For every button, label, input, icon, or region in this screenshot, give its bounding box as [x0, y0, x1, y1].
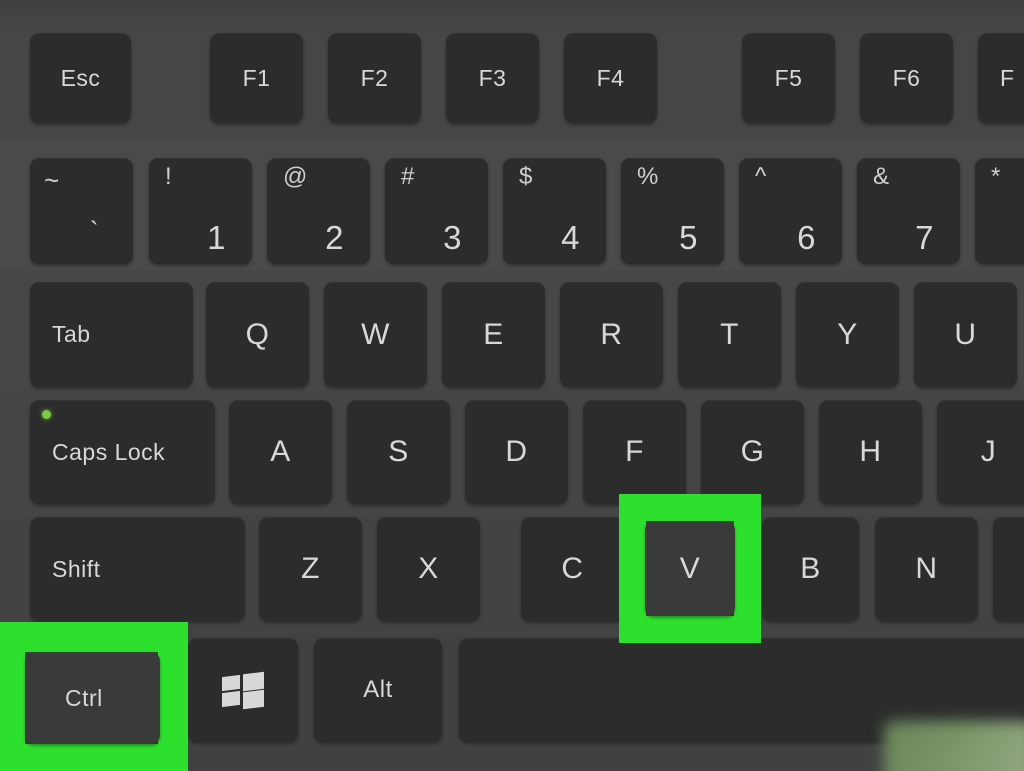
- key-upper-glyph: ~: [44, 165, 60, 195]
- key-esc[interactable]: Esc: [30, 33, 131, 123]
- key-lower-glyph: 2: [325, 219, 344, 256]
- key-5[interactable]: % 5: [621, 158, 724, 264]
- key-caps-lock[interactable]: Caps Lock: [30, 400, 215, 504]
- key-lower-glyph: 5: [679, 219, 698, 256]
- key-shift-left[interactable]: Shift: [30, 517, 245, 621]
- key-upper-glyph: $: [519, 163, 533, 190]
- background-blur-object: [884, 721, 1024, 771]
- key-upper-glyph: #: [401, 163, 415, 190]
- key-b[interactable]: B: [762, 517, 859, 621]
- key-d[interactable]: D: [465, 400, 568, 504]
- key-backtick[interactable]: ~ `: [30, 158, 133, 264]
- key-upper-glyph: %: [637, 163, 659, 190]
- key-h[interactable]: H: [819, 400, 922, 504]
- key-lower-glyph: 3: [443, 219, 462, 256]
- key-lower-glyph: 1: [207, 219, 226, 256]
- key-7[interactable]: & 7: [857, 158, 960, 264]
- key-f7[interactable]: F: [978, 33, 1024, 123]
- key-2[interactable]: @ 2: [267, 158, 370, 264]
- key-upper-glyph: *: [991, 163, 1001, 190]
- key-tab[interactable]: Tab: [30, 282, 193, 387]
- key-lower-glyph: 6: [797, 219, 816, 256]
- key-f[interactable]: F: [583, 400, 686, 504]
- deck-top-shadow: [0, 0, 1024, 30]
- key-c[interactable]: C: [521, 517, 624, 621]
- key-ctrl-left[interactable]: Ctrl: [25, 652, 160, 744]
- key-y[interactable]: Y: [796, 282, 899, 387]
- key-z[interactable]: Z: [259, 517, 362, 621]
- key-6[interactable]: ^ 6: [739, 158, 842, 264]
- key-r[interactable]: R: [560, 282, 663, 387]
- key-3[interactable]: # 3: [385, 158, 488, 264]
- key-1[interactable]: ! 1: [149, 158, 252, 264]
- key-m[interactable]: [993, 517, 1024, 621]
- key-a[interactable]: A: [229, 400, 332, 504]
- key-f2[interactable]: F2: [328, 33, 421, 123]
- key-u[interactable]: U: [914, 282, 1017, 387]
- key-f5[interactable]: F5: [742, 33, 835, 123]
- windows-logo-icon: [222, 671, 264, 710]
- key-e[interactable]: E: [442, 282, 545, 387]
- caps-lock-led-icon: [42, 410, 51, 419]
- key-upper-glyph: ^: [755, 163, 767, 190]
- key-x[interactable]: X: [377, 517, 480, 621]
- key-lower-glyph: 4: [561, 219, 580, 256]
- keyboard-illustration: Esc F1 F2 F3 F4 F5 F6 F ~ ` ! 1 @ 2 # 3 …: [0, 0, 1024, 771]
- key-g[interactable]: G: [701, 400, 804, 504]
- key-4[interactable]: $ 4: [503, 158, 606, 264]
- key-windows[interactable]: [188, 638, 298, 742]
- key-lower-glyph: `: [89, 216, 99, 246]
- key-j[interactable]: J: [937, 400, 1024, 504]
- key-upper-glyph: @: [283, 163, 308, 190]
- key-label: Caps Lock: [52, 438, 166, 465]
- key-upper-glyph: !: [165, 163, 173, 190]
- key-n[interactable]: N: [875, 517, 978, 621]
- key-w[interactable]: W: [324, 282, 427, 387]
- key-lower-glyph: 7: [915, 219, 934, 256]
- key-f6[interactable]: F6: [860, 33, 953, 123]
- key-v[interactable]: V: [645, 521, 735, 616]
- key-f1[interactable]: F1: [210, 33, 303, 123]
- key-8[interactable]: * 8: [975, 158, 1024, 264]
- key-s[interactable]: S: [347, 400, 450, 504]
- key-t[interactable]: T: [678, 282, 781, 387]
- key-upper-glyph: &: [873, 163, 890, 190]
- key-alt-left[interactable]: Alt: [314, 638, 442, 742]
- key-f3[interactable]: F3: [446, 33, 539, 123]
- key-f4[interactable]: F4: [564, 33, 657, 123]
- key-q[interactable]: Q: [206, 282, 309, 387]
